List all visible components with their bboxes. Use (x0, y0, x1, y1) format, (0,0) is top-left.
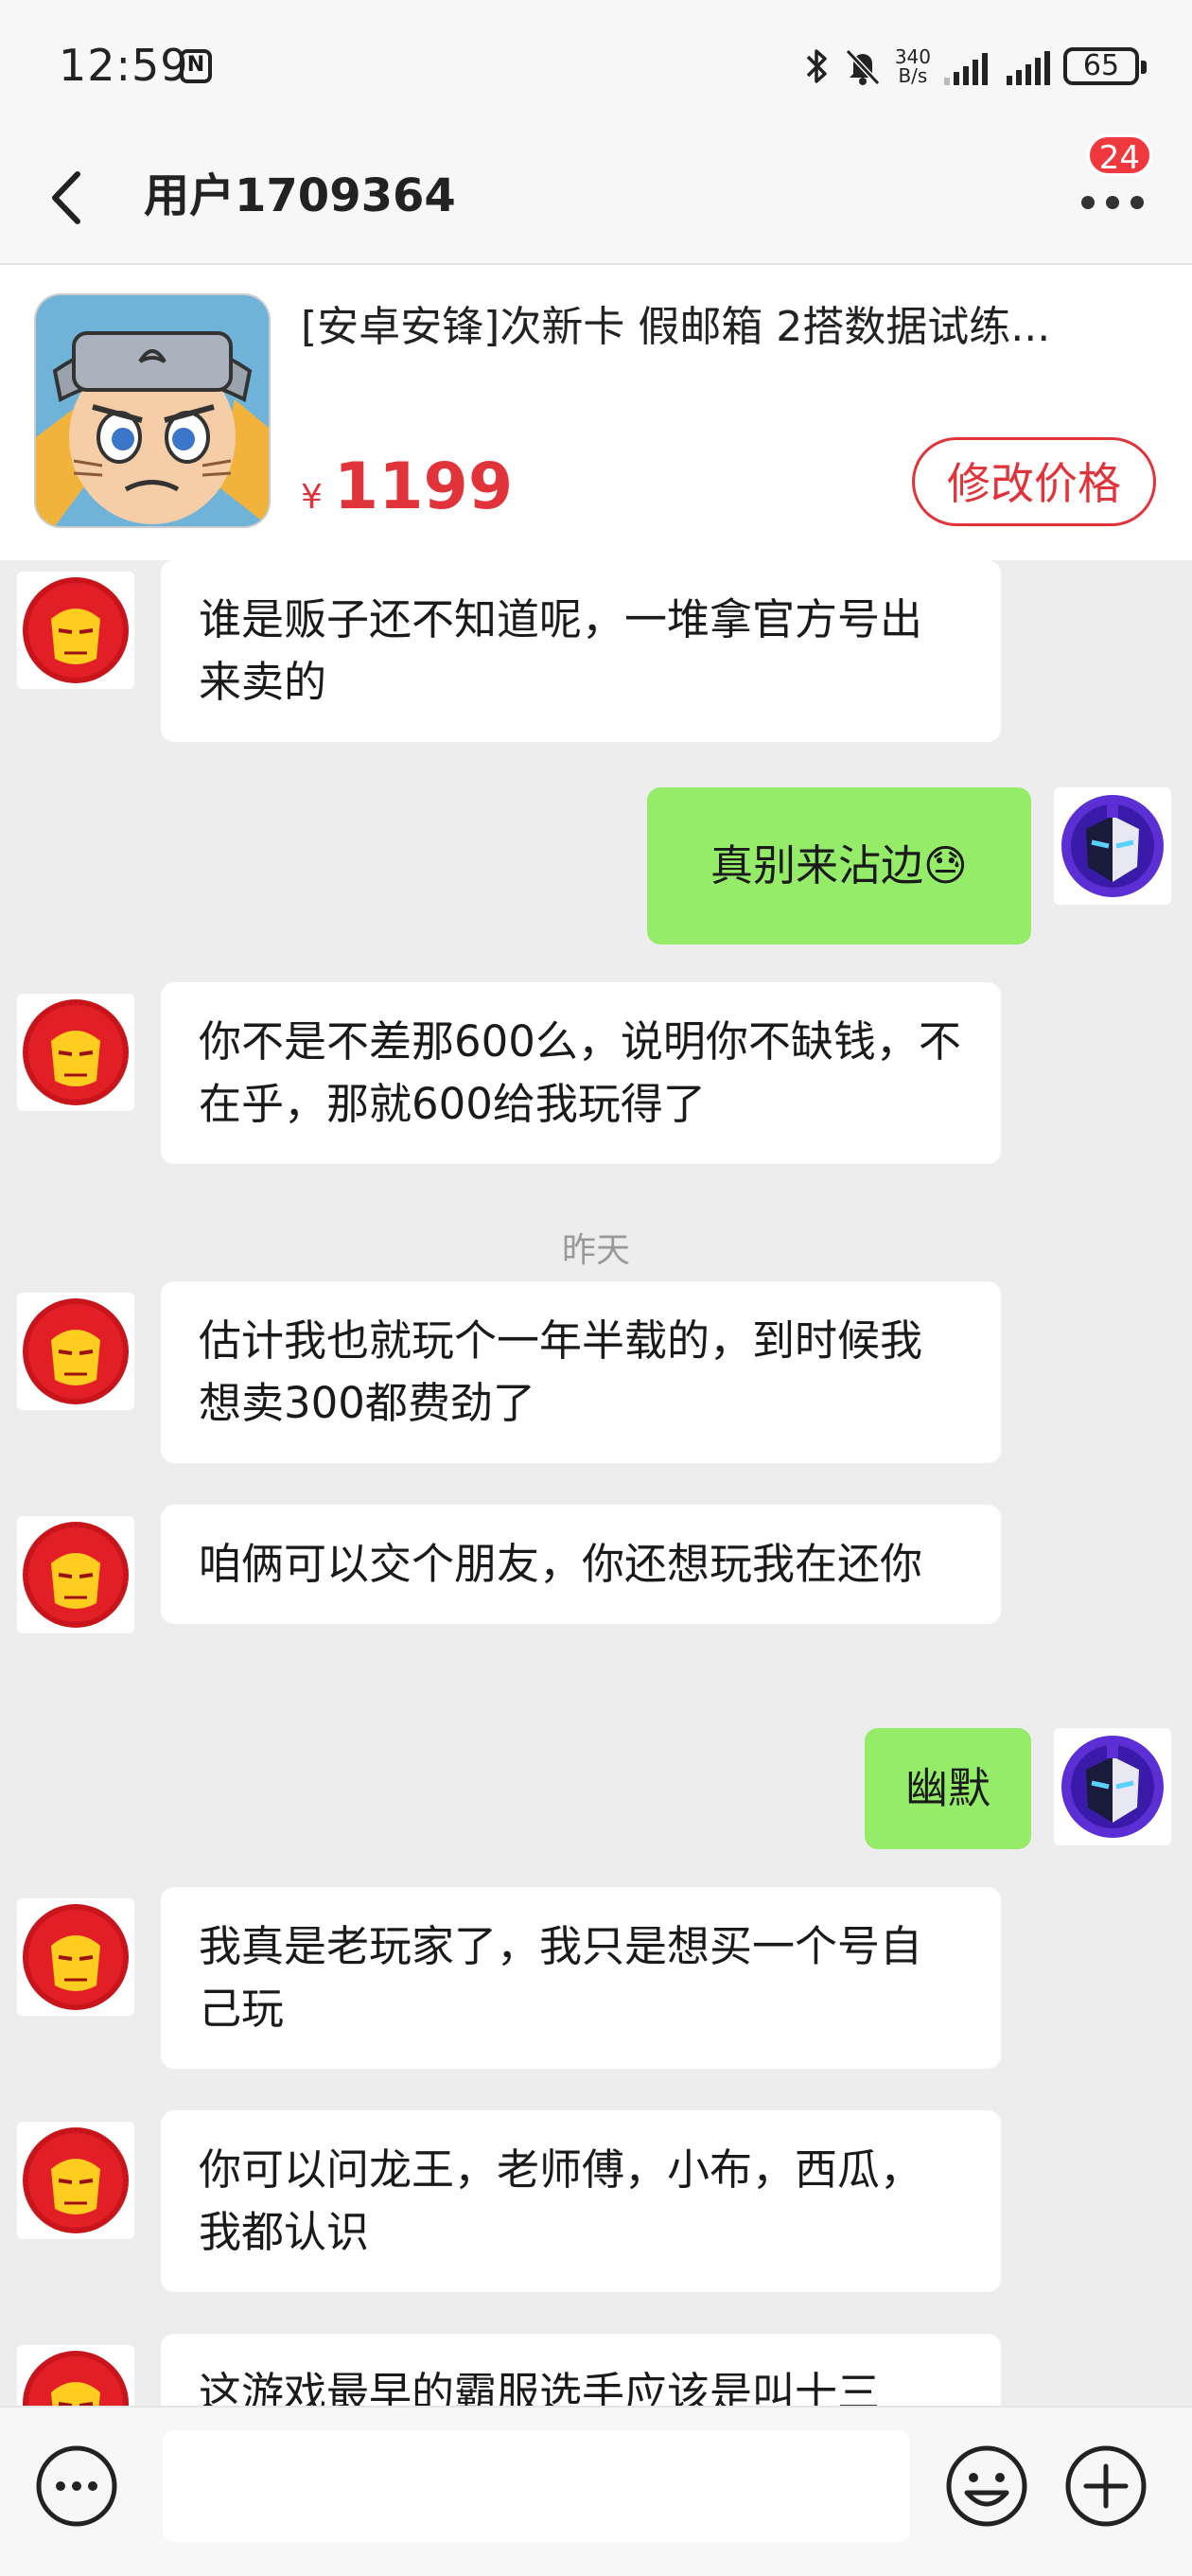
message-bubble[interactable]: 我真是老玩家了，我只是想买一个号自己玩 (161, 1887, 1001, 2069)
ironman-avatar[interactable] (17, 1293, 134, 1410)
message-bubble[interactable]: 估计我也就玩个一年半载的，到时候我想卖300都费劲了 (161, 1281, 1001, 1463)
product-title[interactable]: [安卓安锋]次新卡 假邮箱 2搭数据试练... (301, 297, 1133, 358)
back-icon[interactable] (38, 165, 95, 231)
message-bubble[interactable]: 你不是不差那600么，说明你不缺钱，不在乎，那就600给我玩得了 (161, 982, 1001, 1164)
net-speed-value: 340 (894, 45, 931, 68)
ironman-avatar[interactable] (17, 2345, 134, 2406)
price-value: 1199 (333, 450, 514, 524)
chat-timestamp: 昨天 (561, 1231, 630, 1270)
bluetooth-icon (806, 49, 827, 83)
add-icon[interactable] (1063, 2444, 1148, 2529)
message-input[interactable] (163, 2430, 910, 2542)
mute-bell-icon (845, 48, 880, 86)
chat-title: 用户1709364 (144, 169, 456, 222)
net-speed: 340 B/s (895, 47, 931, 85)
ironman-icon (23, 999, 129, 1105)
message-incoming: 你可以问龙王，老师傅，小布，西瓜，我都认识 (0, 2110, 1192, 2300)
ironman-avatar[interactable] (17, 2122, 134, 2239)
ironman-icon (23, 2351, 129, 2406)
transformer-avatar[interactable] (1054, 1728, 1171, 1845)
ironman-icon (23, 1522, 129, 1628)
emoji-icon[interactable] (944, 2444, 1029, 2529)
title-bar: 用户1709364 24 (0, 134, 1192, 265)
transformer-icon (1061, 795, 1164, 897)
input-bar (0, 2406, 1192, 2576)
message-bubble[interactable]: 你可以问龙王，老师傅，小布，西瓜，我都认识 (161, 2110, 1001, 2292)
message-incoming: 谁是贩子还不知道呢，一堆拿官方号出来卖的 (0, 560, 1192, 750)
transformer-avatar[interactable] (1054, 787, 1171, 905)
ironman-icon (23, 577, 129, 683)
ironman-icon (23, 1298, 129, 1404)
status-bar: 12:59 N 340 B/s 65 (0, 0, 1192, 134)
unread-badge: 24 (1086, 134, 1152, 177)
more-actions-icon[interactable] (34, 2444, 119, 2529)
signal-2-icon (1007, 47, 1050, 85)
message-incoming: 这游戏最早的霸服选手应该是叫十三 (0, 2334, 1192, 2406)
status-time: 12:59 (59, 40, 189, 91)
message-bubble[interactable]: 这游戏最早的霸服选手应该是叫十三 (161, 2334, 1001, 2406)
message-bubble[interactable]: 谁是贩子还不知道呢，一堆拿官方号出来卖的 (161, 560, 1001, 742)
ironman-avatar[interactable] (17, 1898, 134, 2016)
message-outgoing: 幽默 (0, 1728, 1192, 1851)
message-incoming: 我真是老玩家了，我只是想买一个号自己玩 (0, 1887, 1192, 2076)
naruto-avatar-image (36, 295, 269, 526)
ironman-avatar[interactable] (17, 1516, 134, 1633)
signal-1-icon (944, 47, 988, 85)
more-options-icon[interactable] (1075, 172, 1150, 229)
chat-area[interactable]: 谁是贩子还不知道呢，一堆拿官方号出来卖的 真别来沾边😓 你不是不差那600么，说… (0, 560, 1192, 2406)
battery-icon: 65 (1063, 47, 1147, 85)
price-currency: ¥ (301, 478, 323, 517)
ironman-avatar[interactable] (17, 994, 134, 1111)
message-bubble[interactable]: 幽默 (865, 1728, 1031, 1849)
nfc-icon: N (180, 49, 212, 83)
message-incoming: 你不是不差那600么，说明你不缺钱，不在乎，那就600给我玩得了 (0, 982, 1192, 1172)
transformer-icon (1061, 1736, 1164, 1838)
message-outgoing: 真别来沾边😓 (0, 787, 1192, 948)
edit-price-button[interactable]: 修改价格 (912, 437, 1156, 526)
product-price: ¥1199 (301, 454, 513, 537)
ironman-icon (23, 2127, 129, 2233)
message-bubble[interactable]: 咱俩可以交个朋友，你还想玩我在还你 (161, 1505, 1001, 1624)
product-card[interactable]: [安卓安锋]次新卡 假邮箱 2搭数据试练... ¥1199 修改价格 (0, 265, 1192, 560)
ironman-avatar[interactable] (17, 572, 134, 689)
ironman-icon (23, 1904, 129, 2010)
status-icons: 340 B/s 65 (802, 38, 1147, 95)
product-image[interactable] (36, 295, 269, 526)
message-incoming: 估计我也就玩个一年半载的，到时候我想卖300都费劲了 (0, 1281, 1192, 1471)
message-bubble[interactable]: 真别来沾边😓 (647, 787, 1031, 944)
net-speed-unit: B/s (898, 64, 928, 87)
message-incoming: 咱俩可以交个朋友，你还想玩我在还你 (0, 1505, 1192, 1694)
